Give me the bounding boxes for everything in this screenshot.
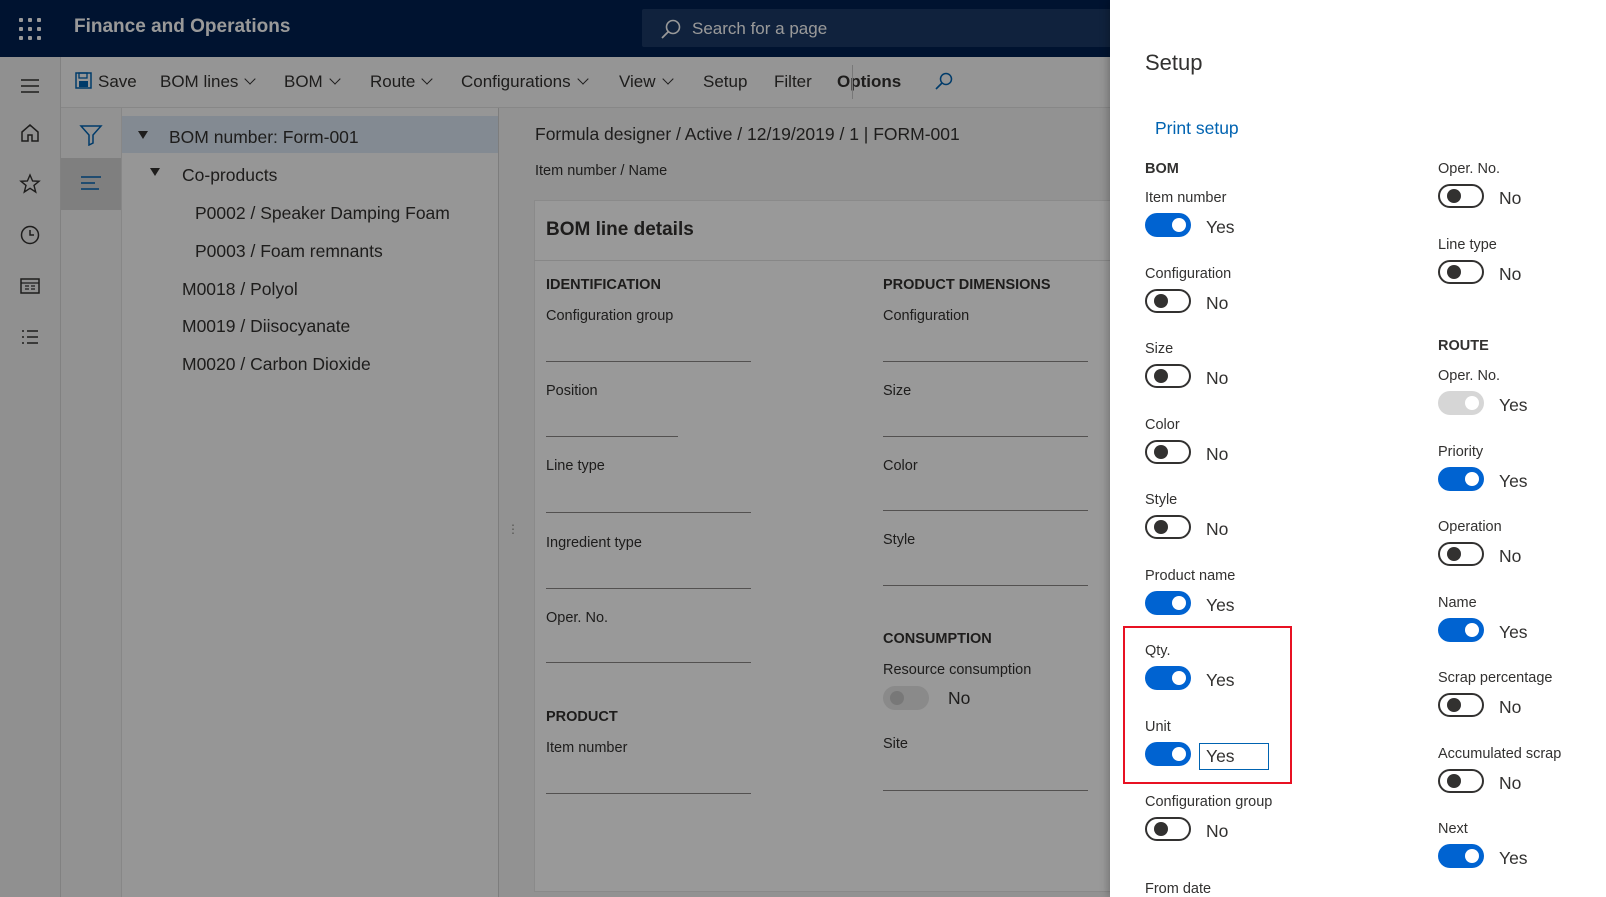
setup-toggle[interactable]: [1438, 768, 1484, 793]
setup-toggle[interactable]: [1438, 466, 1484, 491]
toggle-knob: [1172, 595, 1186, 610]
highlight-rectangle: [1123, 626, 1292, 784]
toggle-knob: [1154, 822, 1168, 836]
toggle-value: No: [1499, 772, 1522, 793]
setup-toggle[interactable]: [1145, 213, 1191, 237]
toggle-value: No: [1206, 519, 1229, 539]
setup-toggle[interactable]: [1145, 364, 1191, 388]
setup-toggle[interactable]: [1145, 515, 1191, 539]
toggle-knob: [1447, 773, 1461, 788]
setup-toggle[interactable]: [1438, 184, 1484, 208]
toggle-label: Next: [1438, 821, 1468, 837]
modal-overlay[interactable]: [0, 0, 1110, 897]
setup-toggle[interactable]: [1145, 590, 1191, 615]
toggle-value: No: [1206, 821, 1229, 841]
toggle-knob: [1154, 293, 1168, 308]
toggle-label: Oper. No.: [1438, 368, 1501, 384]
print-setup-link[interactable]: Print setup: [1155, 118, 1239, 139]
toggle-value: Yes: [1499, 848, 1528, 868]
setup-toggle[interactable]: [1438, 693, 1484, 717]
setup-toggle[interactable]: [1145, 288, 1191, 313]
toggle-knob: [1447, 189, 1461, 203]
toggle-label: Item number: [1145, 190, 1227, 206]
toggle-label: Configuration: [1145, 265, 1232, 282]
bom-section-header: BOM: [1145, 161, 1179, 177]
toggle-value: No: [1499, 697, 1522, 717]
toggle-label: Oper. No.: [1438, 161, 1501, 177]
toggle-value: No: [1499, 263, 1522, 284]
toggle-label: Configuration group: [1145, 794, 1273, 810]
toggle-value: Yes: [1499, 621, 1528, 642]
toggle-value: Yes: [1206, 217, 1235, 237]
toggle-label: Color: [1145, 416, 1180, 433]
toggle-knob: [1465, 622, 1479, 637]
toggle-value: Yes: [1499, 470, 1528, 491]
toggle-knob: [1465, 849, 1479, 863]
setup-toggle[interactable]: [1145, 817, 1191, 841]
toggle-value: Yes: [1206, 594, 1235, 615]
toggle-value: No: [1499, 546, 1522, 566]
setup-toggle[interactable]: [1438, 542, 1484, 566]
setup-toggle[interactable]: [1438, 391, 1484, 415]
toggle-knob: [1154, 520, 1168, 534]
toggle-label: Operation: [1438, 519, 1502, 535]
toggle-knob: [1447, 698, 1461, 712]
toggle-knob: [1172, 218, 1186, 232]
toggle-value: Yes: [1499, 395, 1528, 415]
toggle-label: Name: [1438, 594, 1477, 611]
route-section-header: ROUTE: [1438, 338, 1489, 354]
toggle-value: No: [1206, 443, 1229, 464]
setup-toggle[interactable]: [1438, 259, 1484, 284]
toggle-knob: [1154, 369, 1168, 383]
toggle-knob: [1154, 444, 1168, 459]
toggle-knob: [1465, 471, 1479, 486]
toggle-label: Scrap percentage: [1438, 670, 1553, 686]
setup-toggle[interactable]: [1438, 844, 1484, 868]
toggle-knob: [1447, 264, 1461, 279]
toggle-knob: [1465, 396, 1479, 410]
from-date-label: From date: [1145, 881, 1212, 897]
setup-toggle[interactable]: [1438, 617, 1484, 642]
toggle-value: No: [1206, 368, 1229, 388]
panel-title: Setup: [1145, 50, 1203, 75]
setup-toggle[interactable]: [1145, 439, 1191, 464]
toggle-label: Product name: [1145, 567, 1236, 584]
toggle-knob: [1447, 547, 1461, 561]
toggle-label: Style: [1145, 492, 1178, 508]
toggle-label: Accumulated scrap: [1438, 745, 1562, 762]
toggle-label: Size: [1145, 341, 1174, 357]
toggle-label: Line type: [1438, 236, 1497, 253]
toggle-value: No: [1206, 292, 1229, 313]
toggle-label: Priority: [1438, 443, 1484, 460]
toggle-value: No: [1499, 188, 1522, 208]
